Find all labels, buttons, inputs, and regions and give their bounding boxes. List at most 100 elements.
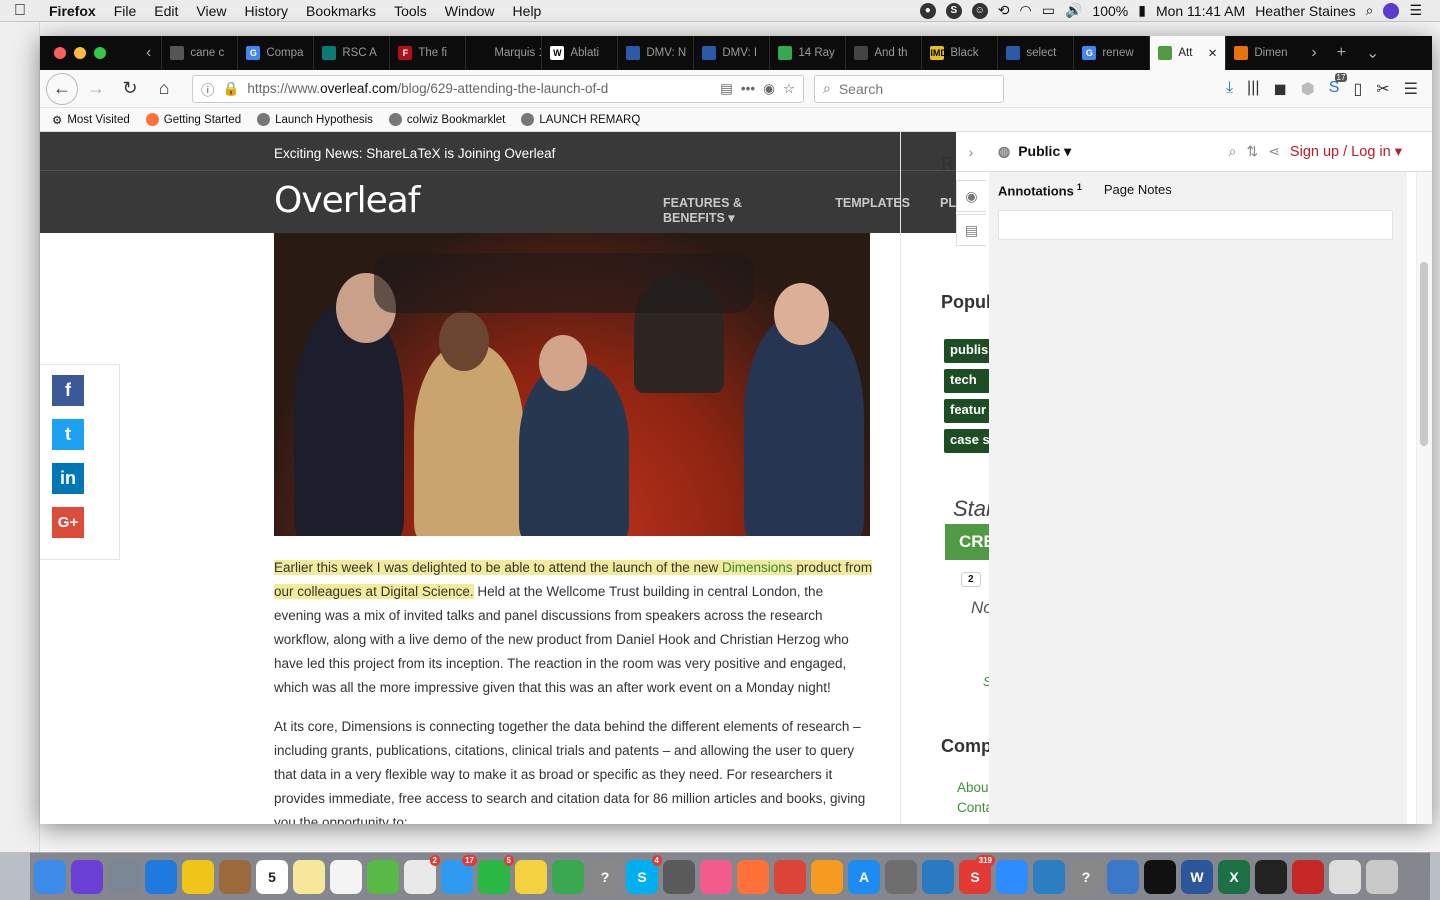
dock-app-icon[interactable]: ? <box>1070 859 1102 894</box>
dock-app-icon[interactable] <box>1033 859 1065 894</box>
dock-app-icon[interactable] <box>1292 859 1324 894</box>
close-tab-icon[interactable]: ✕ <box>1208 46 1218 60</box>
overleaf-logo[interactable]: Overleaf <box>274 180 420 221</box>
dock-app-icon[interactable] <box>293 859 325 894</box>
browser-tab[interactable]: G Compa <box>237 36 313 70</box>
dock-app-icon[interactable] <box>996 859 1028 894</box>
dock-app-icon[interactable] <box>1144 859 1176 894</box>
dock-app-icon[interactable] <box>330 859 362 894</box>
wifi-icon[interactable]: ◠ <box>1020 2 1032 19</box>
browser-tab[interactable]: Grenew <box>1073 36 1149 70</box>
dock-app-icon[interactable] <box>885 859 917 894</box>
scope-selector[interactable]: ◍ Public ▾ <box>998 143 1071 160</box>
menu-tools[interactable]: Tools <box>385 3 436 19</box>
dock-app-icon[interactable] <box>182 859 214 894</box>
browser-tab[interactable]: DMV: N <box>617 36 693 70</box>
site-info-icon[interactable]: ⓘ <box>201 79 215 99</box>
dock-app-icon[interactable] <box>1366 859 1398 894</box>
news-banner[interactable]: Exciting News: ShareLaTeX is Joining Ove… <box>274 146 555 161</box>
dock-app-icon[interactable]: 5 <box>256 859 288 894</box>
airplay-icon[interactable]: ▭ <box>1042 2 1055 19</box>
menu-app-name[interactable]: Firefox <box>40 3 105 19</box>
dock-app-icon[interactable]: S4 <box>626 854 662 894</box>
page-actions-icon[interactable]: ••• <box>741 81 755 96</box>
user-name[interactable]: Heather Staines <box>1255 3 1355 19</box>
dock-app-icon[interactable] <box>34 859 66 894</box>
eye-icon[interactable]: ◉ <box>956 180 986 212</box>
dock-app-icon[interactable] <box>737 859 769 894</box>
siri-icon[interactable] <box>1383 2 1400 19</box>
browser-tab[interactable]: Marquis 16 <box>465 36 541 70</box>
dock-app-icon[interactable]: X <box>1218 859 1250 894</box>
bookmark-star-icon[interactable]: ☆ <box>783 81 795 97</box>
share-icon[interactable]: ⋖ <box>1268 143 1280 160</box>
browser-tab[interactable]: cane c <box>161 36 237 70</box>
bookmark-colwiz[interactable]: colwiz Bookmarklet <box>388 113 505 126</box>
dock-app-icon[interactable] <box>108 859 140 894</box>
browser-tab[interactable]: And th <box>845 36 921 70</box>
apple-menu-icon[interactable]:  <box>0 2 40 20</box>
forward-button[interactable]: → <box>80 73 112 105</box>
back-button[interactable]: ← <box>46 72 78 105</box>
list-tabs-icon[interactable]: ⌄ <box>1356 43 1389 63</box>
facebook-share-icon[interactable]: f <box>52 375 84 406</box>
dock-app-icon[interactable] <box>811 859 843 894</box>
menu-help[interactable]: Help <box>504 3 551 19</box>
close-window-icon[interactable] <box>54 47 66 59</box>
browser-tab[interactable]: F The fi <box>389 36 465 70</box>
browser-tab[interactable]: select <box>997 36 1073 70</box>
tab-page-notes[interactable]: Page Notes <box>1104 182 1172 198</box>
menu-edit[interactable]: Edit <box>145 3 187 19</box>
clock[interactable]: Mon 11:41 AM <box>1156 3 1245 19</box>
annotation-card[interactable] <box>998 210 1393 240</box>
bookmark-getting-started[interactable]: Getting Started <box>145 113 241 126</box>
menu-file[interactable]: File <box>105 3 146 19</box>
new-tab-icon[interactable]: + <box>1327 44 1356 62</box>
extension-tool-icon[interactable]: ✂ <box>1376 79 1389 99</box>
downloads-icon[interactable]: ⤓ <box>1226 79 1233 99</box>
browser-tab[interactable]: DMV: I <box>693 36 769 70</box>
dock-app-icon[interactable] <box>1329 859 1361 894</box>
dock-app-icon[interactable] <box>219 859 251 894</box>
reload-button[interactable]: ↻ <box>114 73 146 105</box>
skype-status-icon[interactable]: S <box>945 2 962 19</box>
browser-tab[interactable]: W Ablati <box>541 36 617 70</box>
nav-features[interactable]: FEATURES & BENEFITS ▾ <box>663 196 805 225</box>
spotlight-search-icon[interactable]: ⌕ <box>1366 2 1374 19</box>
collapse-panel-icon[interactable]: › <box>956 144 986 160</box>
dock-app-icon[interactable] <box>774 859 806 894</box>
twitter-share-icon[interactable]: t <box>52 419 84 450</box>
dock-app-icon[interactable]: W <box>1181 859 1213 894</box>
browser-tab[interactable]: Dimen <box>1225 36 1301 70</box>
linkedin-share-icon[interactable]: in <box>52 463 84 494</box>
search-icon[interactable]: ⌕ <box>1229 143 1237 160</box>
volume-icon[interactable]: 🔊 <box>1065 2 1082 19</box>
status-icon-1[interactable]: ● <box>919 2 936 19</box>
home-button[interactable]: ⌂ <box>148 73 180 105</box>
menu-history[interactable]: History <box>235 3 297 19</box>
dock-app-icon[interactable]: ? <box>589 859 621 894</box>
search-bar[interactable]: ⌕ Search <box>814 74 1004 103</box>
zoom-window-icon[interactable] <box>94 47 106 59</box>
menu-hamburger-icon[interactable]: ☰ <box>1404 79 1418 99</box>
dock-app-icon[interactable] <box>71 859 103 894</box>
pocket-icon[interactable]: ◉ <box>763 81 775 97</box>
extension-s-icon[interactable]: S 17 <box>1329 72 1348 99</box>
dock-app-icon[interactable] <box>700 859 732 894</box>
nav-templates[interactable]: TEMPLATES <box>835 196 910 225</box>
note-icon[interactable]: ▤ <box>956 214 986 246</box>
reader-view-icon[interactable]: ▤ <box>720 81 733 97</box>
menu-window[interactable]: Window <box>436 3 504 19</box>
dock-app-icon[interactable]: A <box>848 859 880 894</box>
bookmark-launch-remarq[interactable]: LAUNCH REMARQ <box>521 113 640 126</box>
url-bar[interactable]: ⓘ 🔒 https://www.overleaf.com/blog/629-at… <box>192 74 804 103</box>
browser-tab[interactable]: IMDb Black <box>921 36 997 70</box>
browser-tab[interactable]: RSC A <box>313 36 389 70</box>
dock-app-icon[interactable]: 2 <box>404 854 440 894</box>
minimize-window-icon[interactable] <box>74 47 86 59</box>
scroll-tabs-right-icon[interactable]: › <box>1301 44 1326 62</box>
dock-app-icon[interactable] <box>515 859 547 894</box>
dock-app-icon[interactable] <box>922 859 954 894</box>
dock-app-icon[interactable] <box>552 859 584 894</box>
sidebar-toggle-icon[interactable]: ▯ <box>1353 79 1362 99</box>
